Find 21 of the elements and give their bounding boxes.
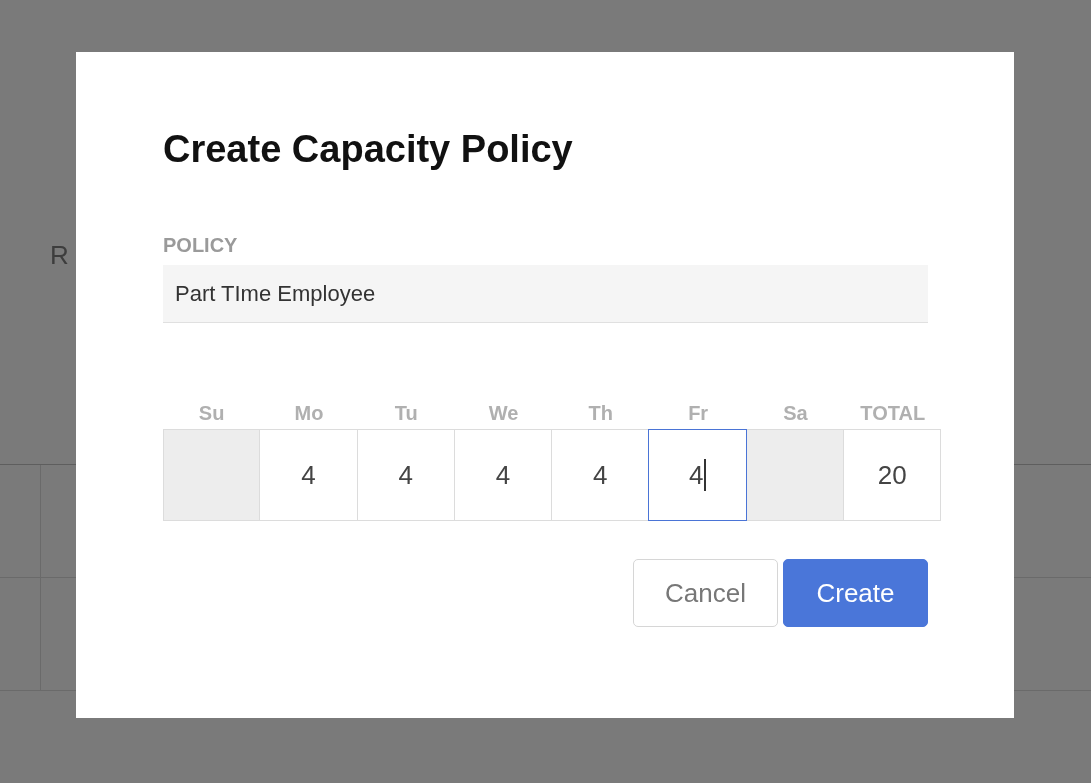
day-label: Su <box>198 402 225 424</box>
day-hours-field[interactable]: 4 <box>453 429 553 521</box>
day-hours-field[interactable]: 4 <box>551 429 650 521</box>
day-hours-field[interactable]: 4 <box>356 429 455 521</box>
day-label: Sa <box>783 402 808 424</box>
day-label: Tu <box>394 402 418 424</box>
day-label: We <box>488 402 519 424</box>
create-button[interactable]: Create <box>783 559 928 627</box>
total-cell: 20 <box>843 429 942 521</box>
day-hours-field[interactable]: 4 <box>259 429 358 521</box>
background-tab-label: R <box>50 240 69 272</box>
policy-field[interactable]: Part TIme Employee <box>163 265 928 323</box>
day-label: Th <box>588 402 614 424</box>
field-label: POLICY <box>163 234 238 257</box>
day-hours-field[interactable]: 4 <box>648 429 747 521</box>
cancel-button[interactable]: Cancel <box>633 559 778 627</box>
day-label: Mo <box>294 402 324 424</box>
dialog-title: Create Capacity Policy <box>163 127 574 172</box>
text-caret <box>704 459 707 491</box>
day-label: Fr <box>688 402 709 424</box>
total-label: TOTAL <box>860 402 926 424</box>
